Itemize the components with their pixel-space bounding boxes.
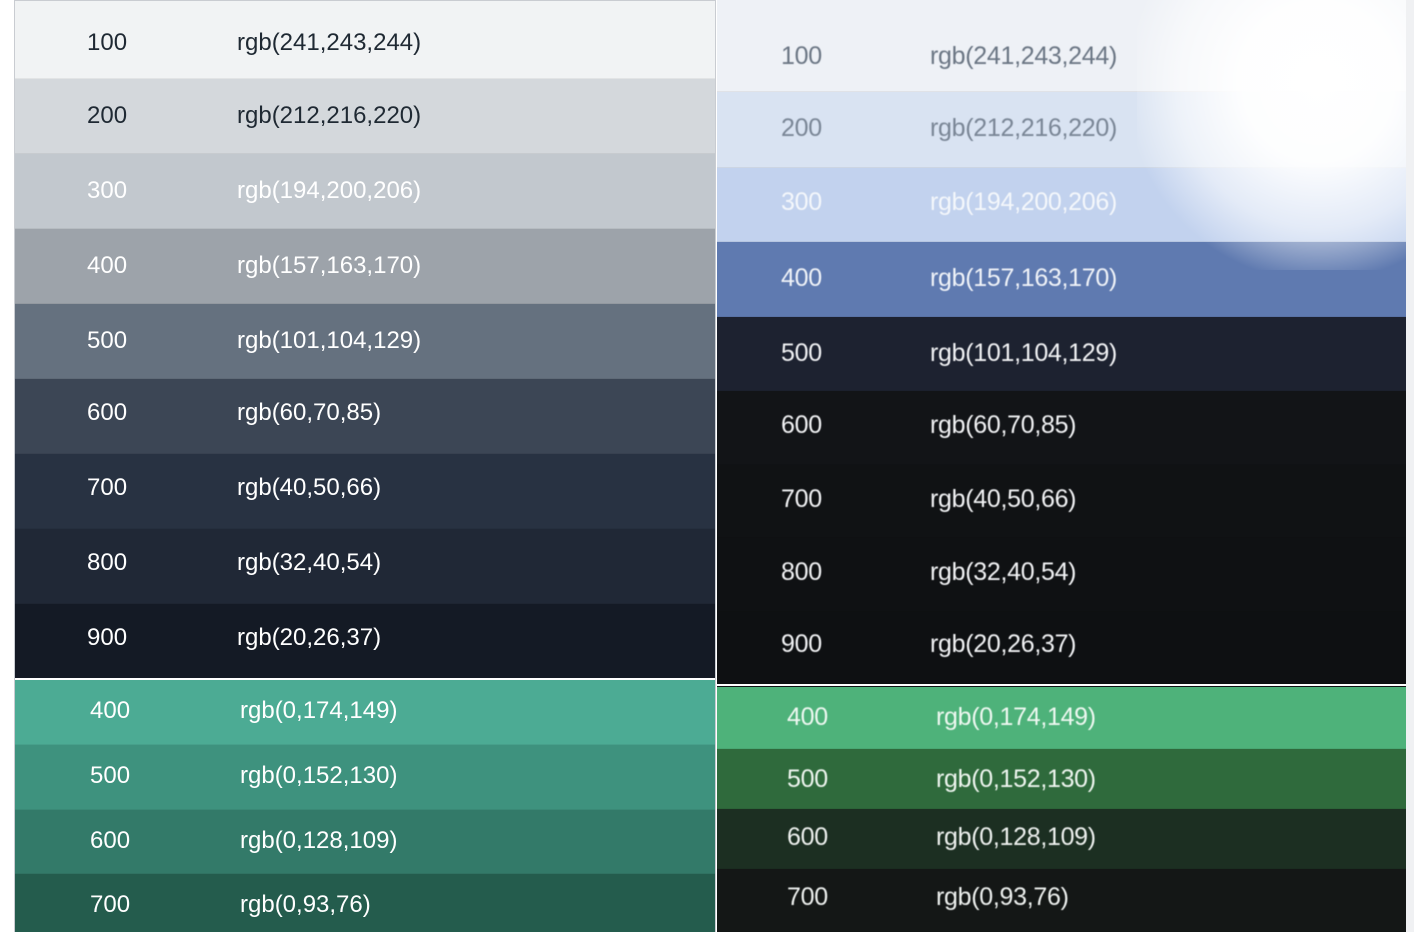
green-swatch-row: 400 rgb(0,174,149) [15, 680, 715, 745]
swatch-rgb-value: rgb(212,216,220) [237, 102, 422, 129]
swatch-rgb-value: rgb(0,128,109) [240, 827, 398, 854]
green-swatch-row: 500 rgb(0,152,130) [15, 745, 715, 810]
swatch-rgb-value: rgb(0,152,130) [240, 762, 398, 789]
gray-swatch-row: 400 rgb(157,163,170) [717, 242, 1414, 317]
swatch-step: 800 [781, 558, 822, 586]
swatch-rgb-value: rgb(60,70,85) [930, 411, 1077, 439]
gray-swatch-row: 600 rgb(60,70,85) [15, 379, 715, 454]
swatch-rgb-value: rgb(0,174,149) [936, 703, 1096, 731]
green-swatch-row: 600 rgb(0,128,109) [15, 810, 715, 874]
swatch-rgb-value: rgb(20,26,37) [237, 624, 382, 651]
gray-swatch-row: 700 rgb(40,50,66) [717, 465, 1414, 538]
swatch-table-photo: 100 rgb(241,243,244) 200 rgb(212,216,220) 30… [717, 0, 1414, 932]
swatch-step: 200 [87, 102, 128, 129]
gray-swatch-row: 800 rgb(32,40,54) [717, 538, 1414, 612]
gray-swatch-row: 900 rgb(20,26,37) [717, 612, 1414, 684]
swatch-rgb-value: rgb(212,216,220) [930, 114, 1118, 142]
swatch-rgb-value: rgb(101,104,129) [237, 327, 422, 354]
swatch-rgb-value: rgb(40,50,66) [237, 474, 382, 501]
swatch-step: 300 [87, 177, 128, 204]
swatch-step: 600 [781, 411, 822, 439]
swatch-rgb-value: rgb(20,26,37) [930, 630, 1077, 658]
swatch-rgb-value: rgb(194,200,206) [237, 177, 422, 204]
palette-divider [717, 684, 1414, 686]
swatch-rgb-value: rgb(0,128,109) [936, 823, 1096, 851]
gray-swatch-row: 200 rgb(212,216,220) [717, 92, 1414, 168]
swatch-rgb-value: rgb(40,50,66) [930, 485, 1077, 513]
swatch-step: 400 [781, 264, 822, 292]
swatch-rgb-value: rgb(0,93,76) [936, 883, 1069, 911]
swatch-rgb-value: rgb(101,104,129) [930, 339, 1118, 367]
photo-edge [1406, 0, 1414, 932]
swatch-step: 700 [787, 883, 828, 911]
swatch-step: 500 [87, 327, 128, 354]
swatch-table-screen: 100 rgb(241,243,244) 200 rgb(212,216,220) 30… [14, 0, 716, 932]
gray-swatch-row: 700 rgb(40,50,66) [15, 454, 715, 529]
gray-swatch-row: 500 rgb(101,104,129) [717, 317, 1414, 391]
swatch-step: 600 [787, 823, 828, 851]
green-swatch-row: 600 rgb(0,128,109) [717, 809, 1414, 869]
swatch-step: 700 [781, 485, 822, 513]
gray-swatch-row: 500 rgb(101,104,129) [15, 304, 715, 379]
gray-swatch-row: 300 rgb(194,200,206) [717, 168, 1414, 242]
swatch-step: 700 [87, 474, 128, 501]
swatch-rgb-value: rgb(0,174,149) [240, 697, 398, 724]
swatch-step: 400 [90, 697, 131, 724]
swatch-rgb-value: rgb(194,200,206) [930, 188, 1118, 216]
swatch-step: 200 [781, 114, 822, 142]
gray-swatch-row: 200 rgb(212,216,220) [15, 79, 715, 154]
swatch-rgb-value: rgb(0,93,76) [240, 891, 371, 918]
gray-swatch-row: 100 rgb(241,243,244) [717, 0, 1414, 92]
swatch-step: 100 [781, 42, 822, 70]
green-swatch-row: 400 rgb(0,174,149) [717, 687, 1414, 749]
gray-swatch-row: 600 rgb(60,70,85) [717, 391, 1414, 465]
swatch-step: 500 [781, 339, 822, 367]
swatch-step: 400 [87, 252, 128, 279]
green-swatch-row: 700 rgb(0,93,76) [15, 874, 715, 932]
swatch-rgb-value: rgb(0,152,130) [936, 765, 1096, 793]
swatch-rgb-value: rgb(32,40,54) [930, 558, 1077, 586]
swatch-rgb-value: rgb(60,70,85) [237, 399, 382, 426]
swatch-step: 500 [787, 765, 828, 793]
gray-swatch-row: 900 rgb(20,26,37) [15, 604, 715, 679]
gray-swatch-row: 300 rgb(194,200,206) [15, 154, 715, 229]
swatch-step: 100 [87, 29, 128, 56]
gray-swatch-row: 400 rgb(157,163,170) [15, 229, 715, 304]
swatch-step: 500 [90, 762, 131, 789]
swatch-step: 600 [87, 399, 128, 426]
swatch-step: 600 [90, 827, 131, 854]
swatch-rgb-value: rgb(157,163,170) [237, 252, 422, 279]
swatch-rgb-value: rgb(32,40,54) [237, 549, 382, 576]
swatch-step: 300 [781, 188, 822, 216]
swatch-step: 900 [87, 624, 128, 651]
green-swatch-row: 700 rgb(0,93,76) [717, 869, 1414, 932]
swatch-step: 700 [90, 891, 131, 918]
swatch-step: 900 [781, 630, 822, 658]
swatch-rgb-value: rgb(241,243,244) [237, 29, 422, 56]
swatch-rgb-value: rgb(157,163,170) [930, 264, 1118, 292]
gray-swatch-row: 800 rgb(32,40,54) [15, 529, 715, 604]
gray-swatch-row: 100 rgb(241,243,244) [15, 1, 715, 79]
swatch-step: 400 [787, 703, 828, 731]
green-swatch-row: 500 rgb(0,152,130) [717, 749, 1414, 809]
swatch-step: 800 [87, 549, 128, 576]
swatch-rgb-value: rgb(241,243,244) [930, 42, 1118, 70]
